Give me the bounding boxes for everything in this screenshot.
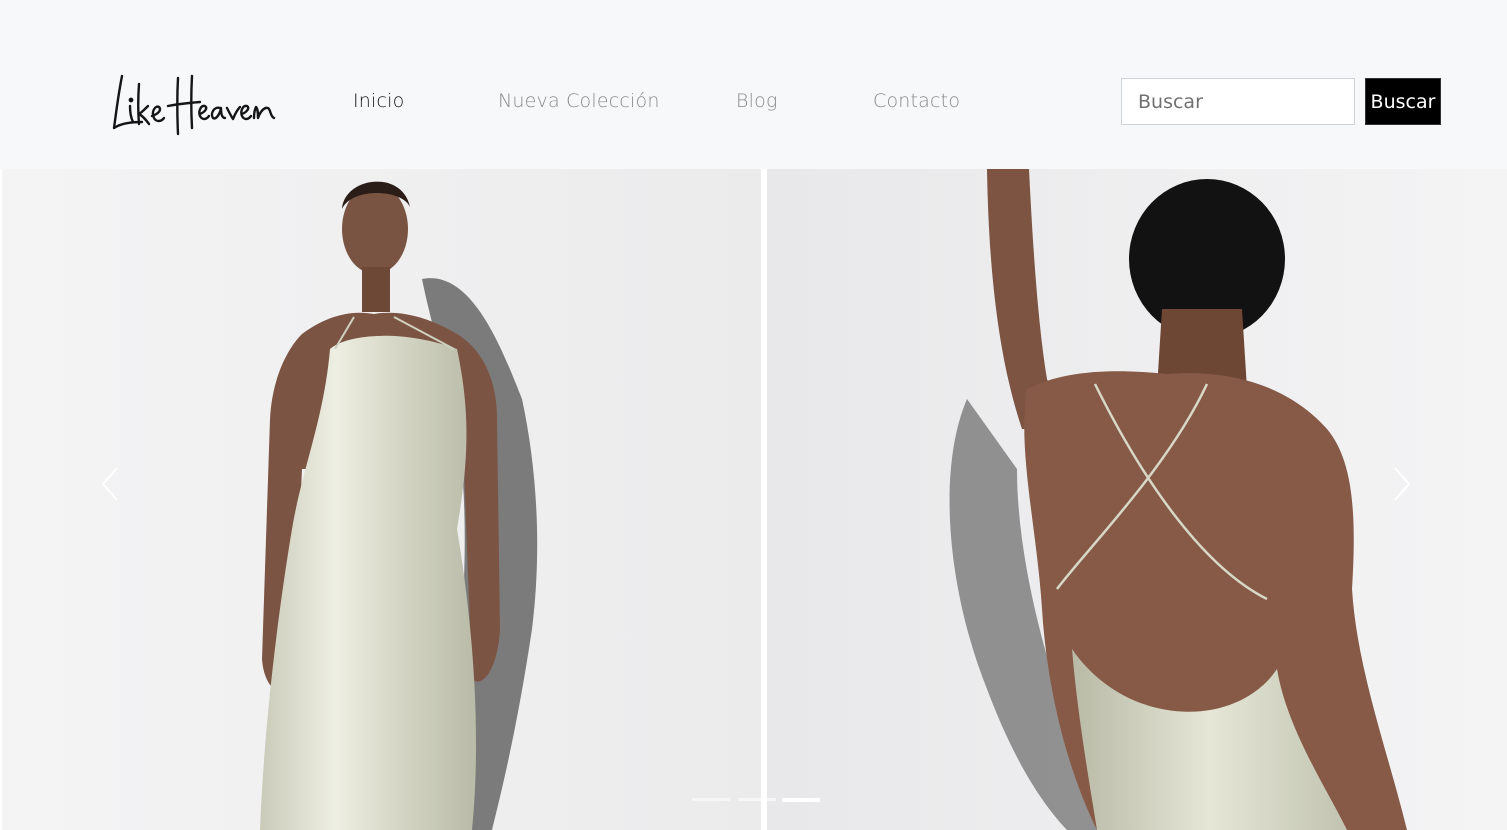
nav-link-nueva-coleccion[interactable]: Nueva Colección [498, 90, 660, 112]
chevron-left-icon [101, 467, 118, 501]
nav-link-blog[interactable]: Blog [736, 90, 778, 112]
carousel-indicator-1[interactable] [692, 798, 730, 801]
carousel-next-button[interactable] [1382, 459, 1422, 509]
navbar: Inicio Nueva Colección Blog Contacto Bus… [0, 0, 1507, 169]
search-button[interactable]: Buscar [1365, 78, 1441, 125]
chevron-right-icon [1394, 467, 1411, 501]
carousel-indicators [692, 797, 822, 805]
nav-link-contacto[interactable]: Contacto [873, 90, 960, 112]
carousel-prev-button[interactable] [90, 459, 130, 509]
carousel-indicator-3[interactable] [782, 798, 820, 802]
carousel-indicator-2[interactable] [738, 798, 776, 801]
hero-carousel [0, 169, 1507, 830]
nav-link-inicio[interactable]: Inicio [353, 90, 404, 112]
search-input[interactable] [1121, 78, 1355, 125]
